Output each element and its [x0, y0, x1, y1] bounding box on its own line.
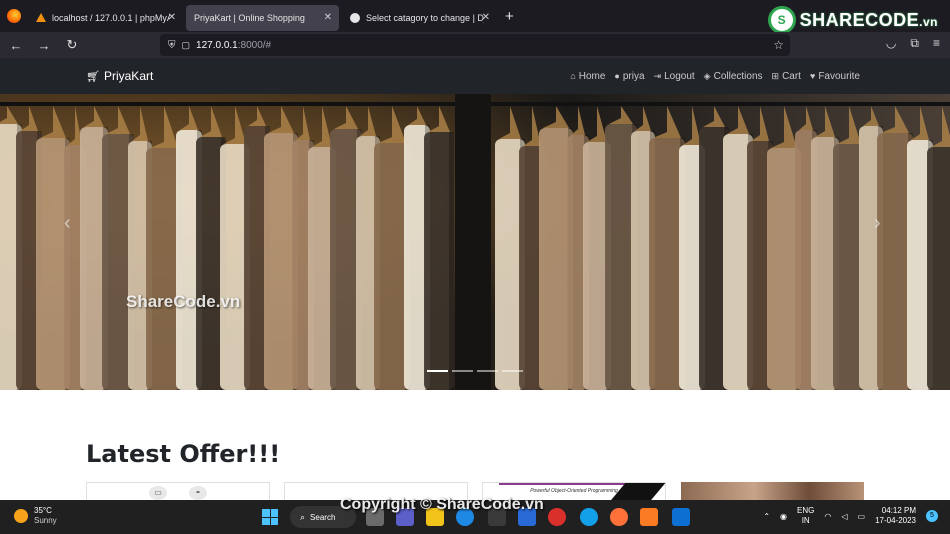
windows-start-icon[interactable]: [262, 509, 278, 525]
phone-icon: ▭: [149, 486, 167, 500]
menu-icon[interactable]: ≡: [933, 36, 940, 51]
browser-toolbar: ← → ↻ ⛨ ▢ 127.0.0.1:8000/# ☆ ◡ ⧉ ≡: [0, 32, 950, 58]
chevron-up-icon[interactable]: ⌃: [763, 512, 770, 521]
nav-logout[interactable]: ⇥ Logout: [654, 71, 695, 82]
nav-cart[interactable]: ⊞ Cart: [772, 71, 801, 82]
sharecode-logo-suffix: .vn: [919, 14, 938, 29]
brand-link[interactable]: 🛒︎ PriyaKart: [86, 69, 153, 83]
user-icon: ●: [614, 71, 620, 81]
app-icon[interactable]: [580, 508, 598, 526]
volume-icon[interactable]: ◁: [841, 512, 847, 521]
copyright-watermark: Copyright © ShareCode.vn: [340, 496, 544, 513]
weather-condition: Sunny: [34, 516, 57, 525]
hero-carousel: ‹ › ShareCode.vn: [0, 94, 950, 390]
site-navbar: 🛒︎ PriyaKart ⌂ Home ● priya ⇥ Logout ◈ Colle…: [0, 58, 950, 94]
tab-title: localhost / 127.0.0.1 | phpMyAdmin: [52, 12, 170, 23]
sun-icon: [14, 509, 28, 523]
section-title: Latest Offer!!!: [86, 440, 281, 468]
forward-arrow-icon[interactable]: →: [32, 38, 56, 53]
django-favicon-icon: [350, 12, 360, 23]
weather-widget[interactable]: 35°C Sunny: [14, 506, 57, 526]
back-arrow-icon[interactable]: ←: [4, 38, 28, 53]
address-bar[interactable]: ⛨ ▢ 127.0.0.1:8000/# ☆: [160, 34, 790, 56]
logout-icon: ⇥: [653, 70, 662, 81]
cart-icon: 🛒︎: [86, 70, 100, 83]
temperature: 35°C: [34, 506, 52, 515]
search-icon: ⌕: [300, 511, 306, 522]
notification-badge[interactable]: 5: [926, 510, 938, 522]
home-icon: ⌂: [570, 71, 576, 81]
carousel-indicators: [427, 370, 523, 372]
watermark-text: ShareCode.vn: [126, 292, 241, 311]
system-tray: ⌃ ◉ ENG IN ◠ ◁ ▭ 04:12 PM 17-04-2023 5: [763, 506, 938, 526]
nav-favourite[interactable]: ♥ Favourite: [810, 71, 860, 82]
sharecode-logo-icon: S: [767, 6, 796, 34]
nav-home[interactable]: ⌂ Home: [570, 71, 605, 82]
tab-priyakart[interactable]: PriyaKart | Online Shopping ✕: [186, 4, 339, 31]
pocket-icon[interactable]: ◡: [886, 36, 896, 51]
xampp-icon[interactable]: [640, 508, 658, 526]
bookmark-star-icon[interactable]: ☆: [773, 38, 784, 52]
carousel-indicator[interactable]: [452, 370, 473, 372]
android-icon: ◓: [189, 486, 207, 500]
extensions-icon[interactable]: ⧉: [910, 36, 919, 51]
tab-phpmyadmin[interactable]: localhost / 127.0.0.1 | phpMyAdmin ✕: [28, 5, 183, 31]
sharecode-logo: S SHARECODE.vn: [767, 6, 938, 34]
nav-user[interactable]: ● priya: [614, 71, 644, 82]
new-tab-button[interactable]: +: [505, 8, 514, 25]
browser-tab-strip: localhost / 127.0.0.1 | phpMyAdmin ✕ Pri…: [0, 0, 950, 34]
close-tab-icon[interactable]: ✕: [324, 12, 332, 23]
carousel-indicator[interactable]: [427, 370, 448, 372]
wifi-icon[interactable]: ◠: [824, 512, 831, 521]
offer-card[interactable]: [681, 482, 864, 502]
main-content: Latest Offer!!! ▭ ◓ Powerful Object-Orie…: [0, 390, 950, 503]
tab-title: PriyaKart | Online Shopping: [194, 12, 305, 23]
close-tab-icon[interactable]: ✕: [168, 12, 176, 23]
carousel-prev-icon[interactable]: ‹: [64, 212, 71, 235]
page-info-icon[interactable]: ▢: [182, 40, 191, 51]
tab-title: Select catagory to change | Django: [366, 12, 484, 23]
nav-collections[interactable]: ◈ Collections: [704, 71, 763, 82]
sharecode-logo-text: SHARECODE: [799, 9, 920, 30]
clock[interactable]: 04:12 PM 17-04-2023: [875, 506, 916, 526]
nav-links: ⌂ Home ● priya ⇥ Logout ◈ Collections ⊞ Cart …: [570, 71, 860, 82]
firefox-taskbar-icon[interactable]: [610, 508, 628, 526]
vscode-icon[interactable]: [672, 508, 690, 526]
offer-card[interactable]: ▭ ◓: [86, 482, 270, 502]
cubes-icon: ◈: [703, 70, 711, 81]
tab-django-admin[interactable]: Select catagory to change | Django ✕: [342, 5, 497, 31]
tray-app-icon[interactable]: ◉: [780, 512, 787, 521]
url-path: :8000/#: [237, 39, 272, 51]
reload-icon[interactable]: ↻: [60, 37, 84, 53]
brand-name: PriyaKart: [103, 69, 154, 83]
firefox-icon[interactable]: [0, 0, 28, 32]
tracking-shield-icon[interactable]: ⛨: [168, 40, 176, 51]
carousel-indicator[interactable]: [502, 370, 523, 372]
opera-icon[interactable]: [548, 508, 566, 526]
battery-icon[interactable]: ▭: [858, 512, 866, 521]
language-indicator[interactable]: ENG IN: [797, 506, 814, 526]
clothes-rack-image: [0, 94, 950, 390]
url-host: 127.0.0.1: [196, 39, 238, 51]
carousel-next-icon[interactable]: ›: [874, 212, 881, 235]
heart-icon: ♥: [809, 71, 816, 81]
close-tab-icon[interactable]: ✕: [482, 12, 490, 23]
phpmyadmin-favicon-icon: [36, 13, 46, 22]
carousel-indicator[interactable]: [477, 370, 498, 372]
cart-icon: ⊞: [771, 70, 780, 81]
